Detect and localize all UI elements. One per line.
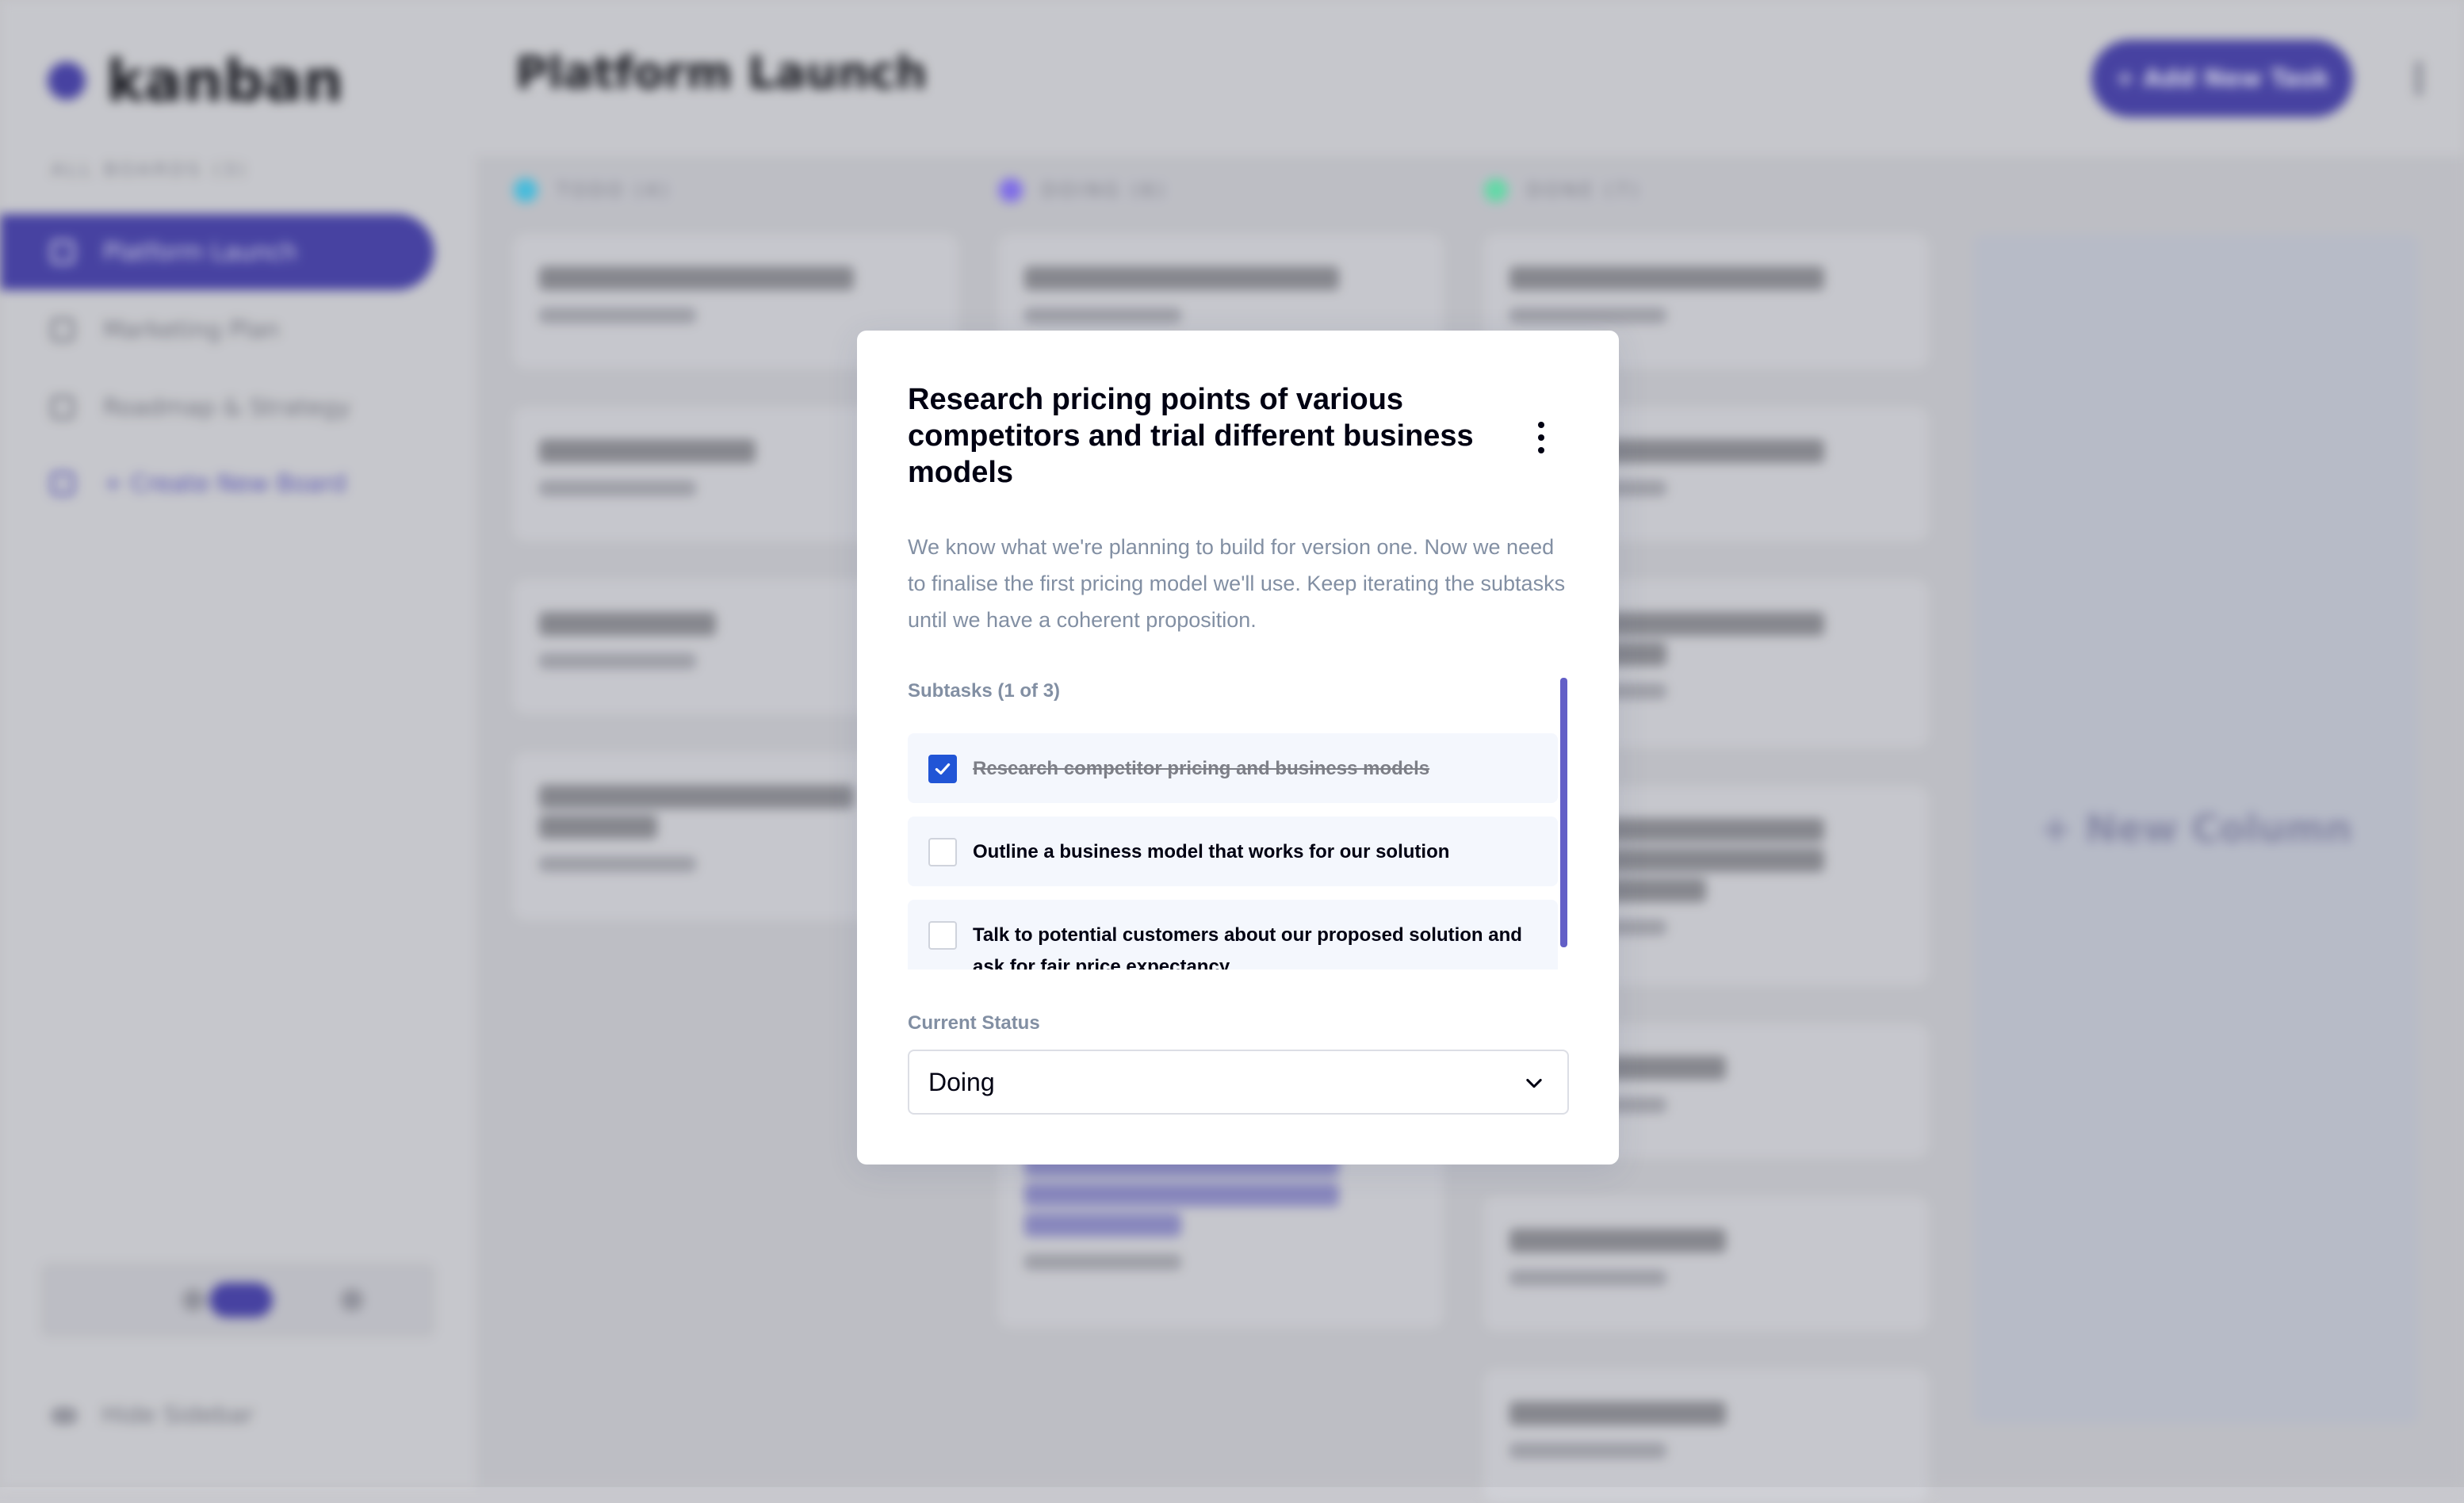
- subtask-text: Outline a business model that works for …: [973, 841, 1450, 862]
- subtasks-label: Subtasks (1 of 3): [908, 680, 1061, 702]
- status-dropdown[interactable]: Doing: [908, 1050, 1569, 1115]
- subtask-item[interactable]: Research competitor pricing and business…: [908, 733, 1558, 803]
- subtask-checkbox[interactable]: [928, 921, 957, 950]
- status-value: Doing: [928, 1067, 995, 1096]
- subtask-checkbox[interactable]: [928, 755, 957, 783]
- subtask-checkbox[interactable]: [928, 838, 957, 866]
- task-detail-modal: Research pricing points of various compe…: [857, 331, 1619, 1165]
- check-icon: [935, 763, 951, 775]
- subtask-text: Talk to potential customers about our pr…: [973, 924, 1522, 969]
- subtask-scrollbar[interactable]: [1560, 678, 1567, 947]
- chevron-down-icon: [1526, 1078, 1542, 1088]
- subtask-item[interactable]: Outline a business model that works for …: [908, 817, 1558, 886]
- subtask-text: Research competitor pricing and business…: [973, 758, 1430, 779]
- task-description: We know what we're planning to build for…: [908, 535, 1566, 632]
- subtask-item[interactable]: Talk to potential customers about our pr…: [908, 900, 1558, 969]
- task-title: Research pricing points of various compe…: [908, 383, 1474, 489]
- status-label: Current Status: [908, 1012, 1040, 1034]
- subtask-list: Research competitor pricing and business…: [908, 733, 1569, 969]
- vertical-ellipsis-icon[interactable]: [1535, 422, 1548, 453]
